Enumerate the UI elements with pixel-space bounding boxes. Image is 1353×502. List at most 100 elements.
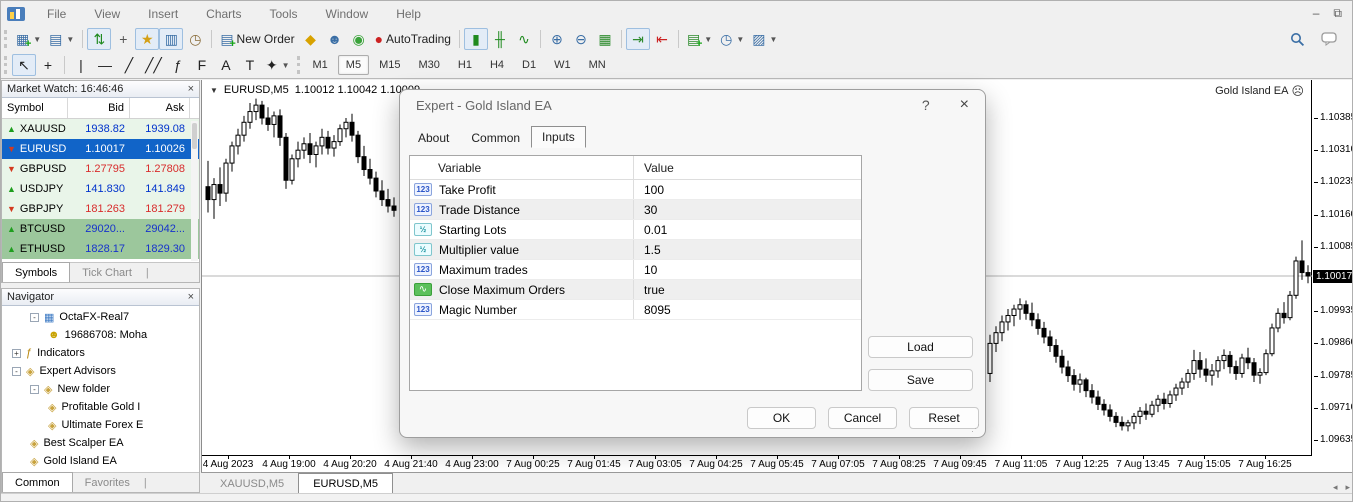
tab-inputs[interactable]: Inputs [531,126,586,148]
market-watch-row-eurusd[interactable]: ▼EURUSD1.100171.10026 [2,139,199,159]
tab-common[interactable]: Common [460,128,531,148]
periods-icon[interactable]: ◷▼ [716,28,748,50]
community-icon[interactable]: ☻ [323,28,347,50]
signals-icon[interactable]: ◉ [347,28,371,50]
timeframe-m15[interactable]: M15 [371,55,408,75]
tree-item-expert-advisors[interactable]: -◈Expert Advisors [2,362,199,380]
timeframe-m30[interactable]: M30 [410,55,447,75]
parameter-value[interactable]: true [633,280,861,299]
minimize-icon[interactable]: – [1313,6,1320,21]
chart-tab-xauusd[interactable]: XAUUSD,M5 [206,474,298,493]
market-watch-row-xauusd[interactable]: ▲XAUUSD1938.821939.08 [2,119,199,139]
ok-button[interactable]: OK [747,407,816,429]
input-row-maximum-trades[interactable]: 123Maximum trades10 [410,260,861,280]
tree-item-ultimate-forex-e[interactable]: ◈Ultimate Forex E [2,416,199,434]
fibonacci-icon[interactable]: ƒ [166,54,190,76]
timeframe-m1[interactable]: M1 [305,55,336,75]
time-axis[interactable]: 4 Aug 20234 Aug 19:004 Aug 20:204 Aug 21… [202,457,1312,472]
auto-scroll-icon[interactable]: ⇥ [626,28,650,50]
tree-item-19686708-moha[interactable]: ☻19686708: Moha [2,326,199,344]
reset-button[interactable]: Reset [909,407,979,429]
crosshair-icon[interactable]: + [36,54,60,76]
tab-tick-chart[interactable]: Tick Chart [70,263,144,282]
tab-favorites[interactable]: Favorites [73,473,142,492]
data-window-icon[interactable]: + [111,28,135,50]
horizontal-line-icon[interactable]: — [93,54,117,76]
load-button[interactable]: Load [868,336,973,358]
tab-symbols[interactable]: Symbols [2,262,70,282]
menu-charts[interactable]: Charts [192,3,255,25]
menu-view[interactable]: View [80,3,134,25]
resize-grip[interactable]: ⋰ [971,423,981,434]
parameter-value[interactable]: 1.5 [633,240,861,259]
new-order-icon[interactable]: ▤+New Order [216,28,298,50]
cursor-icon[interactable]: ↖ [12,54,36,76]
menu-tools[interactable]: Tools [256,3,312,25]
strategy-tester-icon[interactable]: ◷ [183,28,207,50]
tree-item-new-folder[interactable]: -◈New folder [2,380,199,398]
indicators-icon[interactable]: ▤+▼ [683,28,716,50]
input-row-multiplier-value[interactable]: ½Multiplier value1.5 [410,240,861,260]
parameter-value[interactable]: 8095 [633,300,861,319]
timeframe-mn[interactable]: MN [581,55,614,75]
timeframe-d1[interactable]: D1 [514,55,544,75]
timeframe-w1[interactable]: W1 [546,55,579,75]
input-row-trade-distance[interactable]: 123Trade Distance30 [410,200,861,220]
column-header-symbol[interactable]: Symbol [2,98,68,118]
metaeditor-icon[interactable]: ◆ [299,28,323,50]
tile-windows-icon[interactable]: ▦ [593,28,617,50]
price-axis[interactable]: 1.103851.103101.102351.101601.100851.099… [1312,80,1353,456]
tab-about[interactable]: About [407,128,460,148]
trendline-icon[interactable]: ╱ [117,54,141,76]
save-button[interactable]: Save [868,369,973,391]
parameter-value[interactable]: 30 [633,200,861,219]
column-header-ask[interactable]: Ask [130,98,190,118]
terminal-icon[interactable]: ▥ [159,28,183,50]
market-watch-row-gbpjpy[interactable]: ▼GBPJPY181.263181.279 [2,199,199,219]
chevron-down-icon[interactable]: ▼ [210,86,218,95]
column-header-bid[interactable]: Bid [68,98,130,118]
close-icon[interactable]: × [960,96,969,114]
market-watch-row-usdjpy[interactable]: ▲USDJPY141.830141.849 [2,179,199,199]
timeframe-h4[interactable]: H4 [482,55,512,75]
timeframe-m5[interactable]: M5 [338,55,369,75]
autotrading-icon[interactable]: ●AutoTrading [371,28,455,50]
arrows-icon[interactable]: ✦▼ [262,54,294,76]
collapse-icon[interactable]: - [30,313,39,322]
equidistant-channel-icon[interactable]: ╱╱ [141,54,166,76]
tree-item-octafx-real7[interactable]: -▦OctaFX-Real7 [2,308,199,326]
tree-item-indicators[interactable]: +ƒIndicators [2,344,199,362]
close-icon[interactable]: × [188,83,194,95]
input-row-starting-lots[interactable]: ½Starting Lots0.01 [410,220,861,240]
parameter-value[interactable]: 10 [633,260,861,279]
cycle-lines-icon[interactable]: F [190,54,214,76]
market-watch-scrollbar[interactable] [191,121,198,261]
chart-tab-eurusd[interactable]: EURUSD,M5 [298,473,393,493]
menu-file[interactable]: File [33,3,80,25]
zoom-out-icon[interactable]: ⊖ [569,28,593,50]
zoom-in-icon[interactable]: ⊕ [545,28,569,50]
vertical-line-icon[interactable]: | [69,54,93,76]
bar-chart-icon[interactable]: ╫ [488,28,512,50]
tree-item-best-scalper-ea[interactable]: ◈Best Scalper EA [2,434,199,452]
search-icon[interactable] [1290,32,1305,47]
market-watch-icon[interactable]: ⇅ [87,28,111,50]
line-chart-icon[interactable]: ∿ [512,28,536,50]
restore-icon[interactable]: ⧉ [1333,6,1342,21]
market-watch-row-gbpusd[interactable]: ▼GBPUSD1.277951.27808 [2,159,199,179]
tree-item-profitable-gold-i[interactable]: ◈Profitable Gold I [2,398,199,416]
text-icon[interactable]: A [214,54,238,76]
profiles-icon[interactable]: ▤▼ [45,28,78,50]
navigator-icon[interactable]: ★ [135,28,159,50]
templates-icon[interactable]: ▨▼ [748,28,781,50]
input-row-magic-number[interactable]: 123Magic Number8095 [410,300,861,320]
cancel-button[interactable]: Cancel [828,407,897,429]
close-icon[interactable]: × [188,291,194,303]
input-row-take-profit[interactable]: 123Take Profit100 [410,180,861,200]
tab-scroll-right-icon[interactable]: ▸ [1345,482,1350,493]
menu-help[interactable]: Help [382,3,435,25]
chat-icon[interactable] [1321,32,1338,46]
text-label-icon[interactable]: T [238,54,262,76]
collapse-icon[interactable]: - [12,367,21,376]
dialog-title-bar[interactable]: Expert - Gold Island EA ? × [400,90,985,120]
